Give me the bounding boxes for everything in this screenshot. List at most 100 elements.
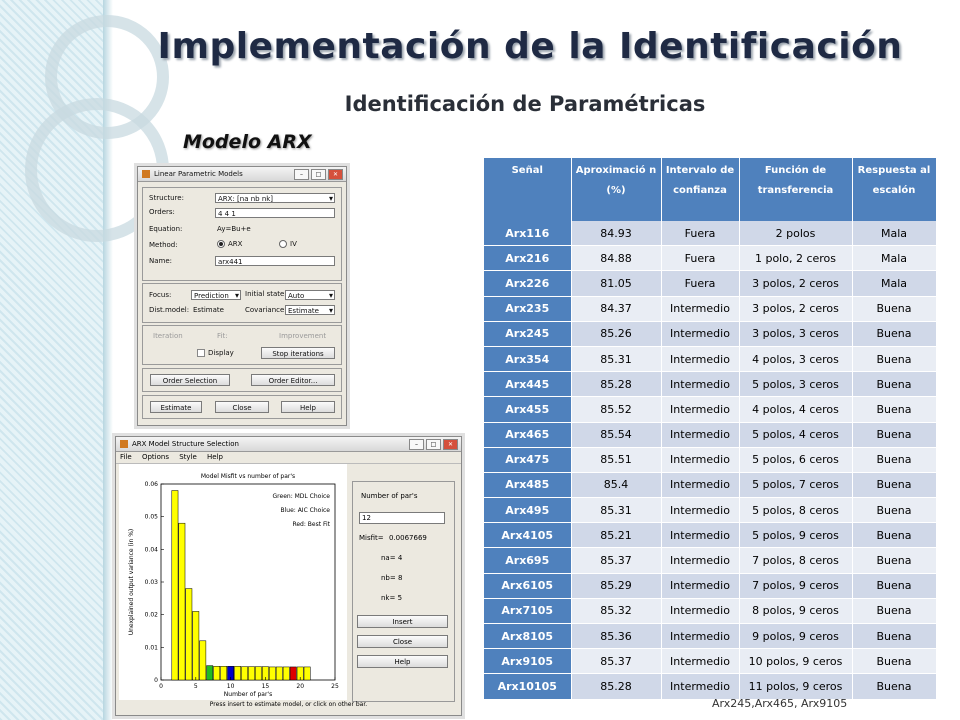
window-titlebar: Linear Parametric Models – □ ✕ — [138, 167, 346, 182]
estimate-button[interactable]: Estimate — [150, 401, 202, 413]
table-cell: Arx354 — [484, 346, 572, 373]
maximize-icon[interactable]: □ — [311, 169, 326, 180]
focus-label: Focus: — [149, 291, 172, 299]
name-label: Name: — [149, 257, 173, 265]
table-cell: Intermedio — [661, 346, 740, 373]
legend-entry: Red: Best Fit — [292, 521, 330, 528]
table-cell: Fuera — [661, 221, 740, 247]
bar-mark — [275, 666, 283, 681]
table-cell: Arx445 — [484, 371, 572, 398]
number-of-pars-input[interactable]: 12 — [359, 512, 445, 524]
x-tick-label: 0 — [159, 683, 163, 690]
close-button[interactable]: Close — [357, 635, 448, 648]
bar-mark — [199, 640, 207, 681]
menu-options[interactable]: Options — [142, 453, 169, 461]
dist-model-label: Dist.model: — [149, 306, 190, 314]
table-row: Arx4105 85.21 Intermedio 5 polos, 9 ceros Bu… — [484, 522, 937, 549]
table-cell: 4 polos, 3 ceros — [739, 346, 853, 373]
table-cell: Buena — [852, 497, 937, 524]
window-title: ARX Model Structure Selection — [132, 440, 239, 448]
table-row: Arx6105 85.29 Intermedio 7 polos, 9 ceros Bu… — [484, 573, 937, 599]
misfit-plot: 0 5 10 15 20 25 0 0.01 0.02 0.03 0.04 0.05 0.06 Model… — [119, 464, 347, 700]
table-cell: Buena — [852, 346, 937, 373]
covariance-select[interactable]: Estimate — [285, 305, 335, 315]
table-cell: Intermedio — [661, 547, 740, 574]
legend-entry: Green: MDL Choice — [273, 493, 331, 500]
selection-panel: Number of par's 12 Misfit= 0.0067669 na=… — [352, 481, 455, 702]
table-cell: 85.31 — [571, 346, 662, 373]
menu-file[interactable]: File — [120, 453, 132, 461]
chart-title: Model Misfit vs number of par's — [201, 473, 295, 480]
table-cell: Arx9105 — [484, 648, 572, 675]
table-cell: Arx8105 — [484, 623, 572, 650]
stop-iterations-button[interactable]: Stop iterations — [261, 347, 335, 359]
table-cell: 1 polo, 2 ceros — [739, 245, 853, 272]
initial-state-select[interactable]: Auto — [285, 290, 335, 300]
bar-mark — [268, 666, 276, 681]
minimize-icon[interactable]: – — [294, 169, 309, 180]
table-row: Arx455 85.52 Intermedio 4 polos, 4 ceros Bue… — [484, 396, 937, 423]
table-cell: Arx4105 — [484, 522, 572, 549]
focus-select[interactable]: Prediction — [191, 290, 241, 300]
close-icon[interactable]: ✕ — [328, 169, 343, 180]
bar-mark — [192, 611, 200, 681]
table-cell: Arx10105 — [484, 673, 572, 700]
method-arx-radio[interactable]: ARX — [217, 240, 242, 248]
table-cell: Buena — [852, 371, 937, 398]
bar-mark — [206, 665, 214, 681]
table-cell: 84.37 — [571, 296, 662, 322]
bar-mark — [185, 588, 193, 681]
table-cell: Buena — [852, 321, 937, 347]
help-button[interactable]: Help — [281, 401, 335, 413]
bar-mark — [234, 666, 241, 681]
nk-value: nk= 5 — [381, 594, 403, 602]
structure-label: Structure: — [149, 194, 184, 202]
table-row: Arx216 84.88 Fuera 1 polo, 2 ceros Mala — [484, 245, 937, 272]
bar-mark — [171, 490, 179, 681]
na-value: na= 4 — [381, 554, 403, 562]
linear-parametric-models-window: Linear Parametric Models – □ ✕ Structure… — [137, 166, 347, 426]
table-row: Arx8105 85.36 Intermedio 9 polos, 9 ceros Bu… — [484, 623, 937, 650]
display-checkbox[interactable]: Display — [197, 349, 234, 357]
method-iv-radio[interactable]: IV — [279, 240, 297, 248]
orders-input[interactable]: 4 4 1 — [215, 208, 335, 218]
bar-mark — [248, 666, 255, 681]
name-input[interactable]: arx441 — [215, 256, 335, 266]
menu-bar: File Options Style Help — [116, 452, 461, 464]
table-cell: Buena — [852, 422, 937, 448]
order-selection-button[interactable]: Order Selection — [150, 374, 230, 386]
iteration-label: Iteration — [153, 332, 183, 340]
selected-models-caption: Arx245,Arx465, Arx9105 — [712, 697, 848, 710]
initial-state-label: Initial state: — [245, 290, 287, 298]
table-row: Arx495 85.31 Intermedio 5 polos, 8 ceros Bue… — [484, 497, 937, 524]
maximize-icon[interactable]: □ — [426, 439, 441, 450]
y-tick-label: 0.05 — [145, 514, 159, 521]
number-of-pars-label: Number of par's — [361, 492, 418, 500]
table-cell: Mala — [852, 270, 937, 297]
menu-help[interactable]: Help — [207, 453, 223, 461]
table-cell: 3 polos, 2 ceros — [739, 270, 853, 297]
table-cell: Arx116 — [484, 221, 572, 247]
table-cell: 85.28 — [571, 371, 662, 398]
help-button[interactable]: Help — [357, 655, 448, 668]
table-row: Arx485 85.4 Intermedio 5 polos, 7 ceros Buen… — [484, 472, 937, 499]
table-cell: 85.52 — [571, 396, 662, 423]
table-cell: 85.51 — [571, 447, 662, 473]
table-cell: Intermedio — [661, 422, 740, 448]
menu-style[interactable]: Style — [179, 453, 197, 461]
table-cell: Buena — [852, 396, 937, 423]
close-icon[interactable]: ✕ — [443, 439, 458, 450]
order-editor-button[interactable]: Order Editor... — [251, 374, 335, 386]
table-row: Arx235 84.37 Intermedio 3 polos, 2 ceros Bue… — [484, 296, 937, 322]
insert-button[interactable]: Insert — [357, 615, 448, 628]
matlab-icon — [120, 440, 128, 448]
table-cell: Intermedio — [661, 472, 740, 499]
table-cell: 5 polos, 9 ceros — [739, 522, 853, 549]
slide-subtitle: Identificación de Paramétricas — [344, 92, 706, 116]
close-button[interactable]: Close — [215, 401, 269, 413]
minimize-icon[interactable]: – — [409, 439, 424, 450]
table-cell: Intermedio — [661, 296, 740, 322]
structure-select[interactable]: ARX: [na nb nk] — [215, 193, 335, 203]
misfit-label: Misfit= — [359, 534, 384, 542]
table-cell: Arx245 — [484, 321, 572, 347]
